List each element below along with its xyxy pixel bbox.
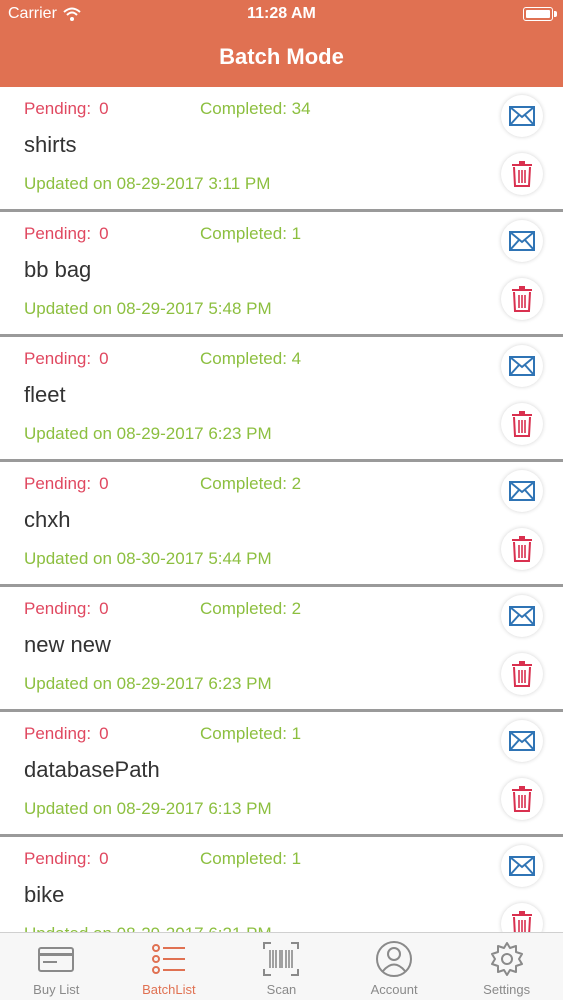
completed-count: Completed: 2 [200, 599, 302, 618]
batch-name: bike [24, 882, 65, 907]
tab-settings[interactable]: Settings [450, 933, 563, 1000]
tab-label: Buy List [33, 982, 80, 997]
pending-count: Pending: 0 [24, 349, 109, 368]
tab-label: Settings [483, 982, 531, 997]
delete-button[interactable] [501, 903, 543, 933]
completed-count: Completed: 1 [200, 849, 302, 868]
tab-label: Scan [266, 982, 297, 997]
tab-bar: Buy List BatchList Scan Account Settings [0, 932, 563, 1000]
completed-count: Completed: 1 [200, 224, 302, 243]
delete-button[interactable] [501, 153, 543, 195]
batch-name: bb bag [24, 257, 92, 282]
tab-batchlist[interactable]: BatchList [113, 933, 226, 1000]
envelope-icon [509, 106, 535, 126]
delete-button[interactable] [501, 278, 543, 320]
tab-buy-list[interactable]: Buy List [0, 933, 113, 1000]
batch-name: fleet [24, 382, 66, 407]
pending-count: Pending: 0 [24, 849, 109, 868]
trash-icon [512, 161, 532, 187]
pending-count: Pending: 0 [24, 724, 109, 743]
app-header: Carrier 11:28 AM Batch Mode [0, 0, 563, 87]
page-title: Batch Mode [219, 44, 344, 69]
barcode-icon [263, 942, 300, 976]
email-button[interactable] [501, 220, 543, 262]
envelope-icon [509, 356, 535, 376]
trash-icon [512, 911, 532, 933]
completed-count: Completed: 34 [200, 99, 311, 118]
updated-date: Updated on 08-29-2017 6:23 PM [24, 424, 272, 443]
completed-count: Completed: 4 [200, 349, 302, 368]
envelope-icon [509, 231, 535, 251]
pending-count: Pending: 0 [24, 224, 109, 243]
battery-icon [523, 7, 557, 21]
batch-list[interactable]: Pending: 0 Completed: 34 shirts Updated o… [0, 87, 563, 933]
batch-row[interactable]: Pending: 0 Completed: 4 fleet Updated on … [0, 337, 563, 462]
batch-row[interactable]: Pending:0 Completed: 1 bike Updated on 0… [0, 837, 563, 933]
pending-count: Pending: 0 [24, 99, 109, 118]
completed-count: Completed: 1 [200, 724, 302, 743]
tab-scan[interactable]: Scan [225, 933, 338, 1000]
delete-button[interactable] [501, 528, 543, 570]
pending-count: Pending: 0 [24, 474, 109, 493]
tab-label: Account [370, 982, 418, 997]
updated-date: Updated on 08-29-2017 5:48 PM [24, 299, 272, 318]
email-button[interactable] [501, 345, 543, 387]
trash-icon [512, 286, 532, 312]
account-icon [376, 941, 413, 977]
email-button[interactable] [501, 470, 543, 512]
delete-button[interactable] [501, 653, 543, 695]
tab-account[interactable]: Account [338, 933, 451, 1000]
email-button[interactable] [501, 720, 543, 762]
batch-name: shirts [24, 132, 77, 157]
tab-label: BatchList [142, 982, 196, 997]
completed-count: Completed: 2 [200, 474, 302, 493]
envelope-icon [509, 856, 535, 876]
envelope-icon [509, 606, 535, 626]
envelope-icon [509, 481, 535, 501]
envelope-icon [509, 731, 535, 751]
batch-row[interactable]: Pending: 0 Completed: 34 shirts Updated o… [0, 87, 563, 212]
status-bar: Carrier 11:28 AM [0, 0, 563, 30]
batch-row[interactable]: Pending: 0 Completed: 2 chxh Updated on 0… [0, 462, 563, 587]
updated-date: Updated on 08-29-2017 3:11 PM [24, 174, 271, 193]
trash-icon [512, 786, 532, 812]
trash-icon [512, 536, 532, 562]
updated-date: Updated on 08-29-2017 6:13 PM [24, 799, 272, 818]
delete-button[interactable] [501, 403, 543, 445]
email-button[interactable] [501, 845, 543, 887]
list-icon [151, 944, 185, 974]
card-icon [38, 947, 75, 972]
delete-button[interactable] [501, 778, 543, 820]
pending-count: Pending: 0 [24, 599, 109, 618]
status-time: 11:28 AM [247, 5, 316, 22]
batch-name: chxh [24, 507, 71, 532]
email-button[interactable] [501, 595, 543, 637]
batch-row[interactable]: Pending: 0 Completed: 2 new new Updated o… [0, 587, 563, 712]
gear-icon [490, 942, 523, 976]
trash-icon [512, 661, 532, 687]
batch-row[interactable]: Pending: 0 Completed: 1 databasePath Upda… [0, 712, 563, 837]
batch-name: new new [24, 632, 111, 657]
email-button[interactable] [501, 95, 543, 137]
updated-date: Updated on 08-29-2017 6:23 PM [24, 674, 272, 693]
updated-date: Updated on 08-30-2017 5:44 PM [24, 549, 272, 568]
batch-name: databasePath [24, 757, 160, 782]
batch-row[interactable]: Pending: 0 Completed: 1 bb bag Updated on… [0, 212, 563, 337]
trash-icon [512, 411, 532, 437]
